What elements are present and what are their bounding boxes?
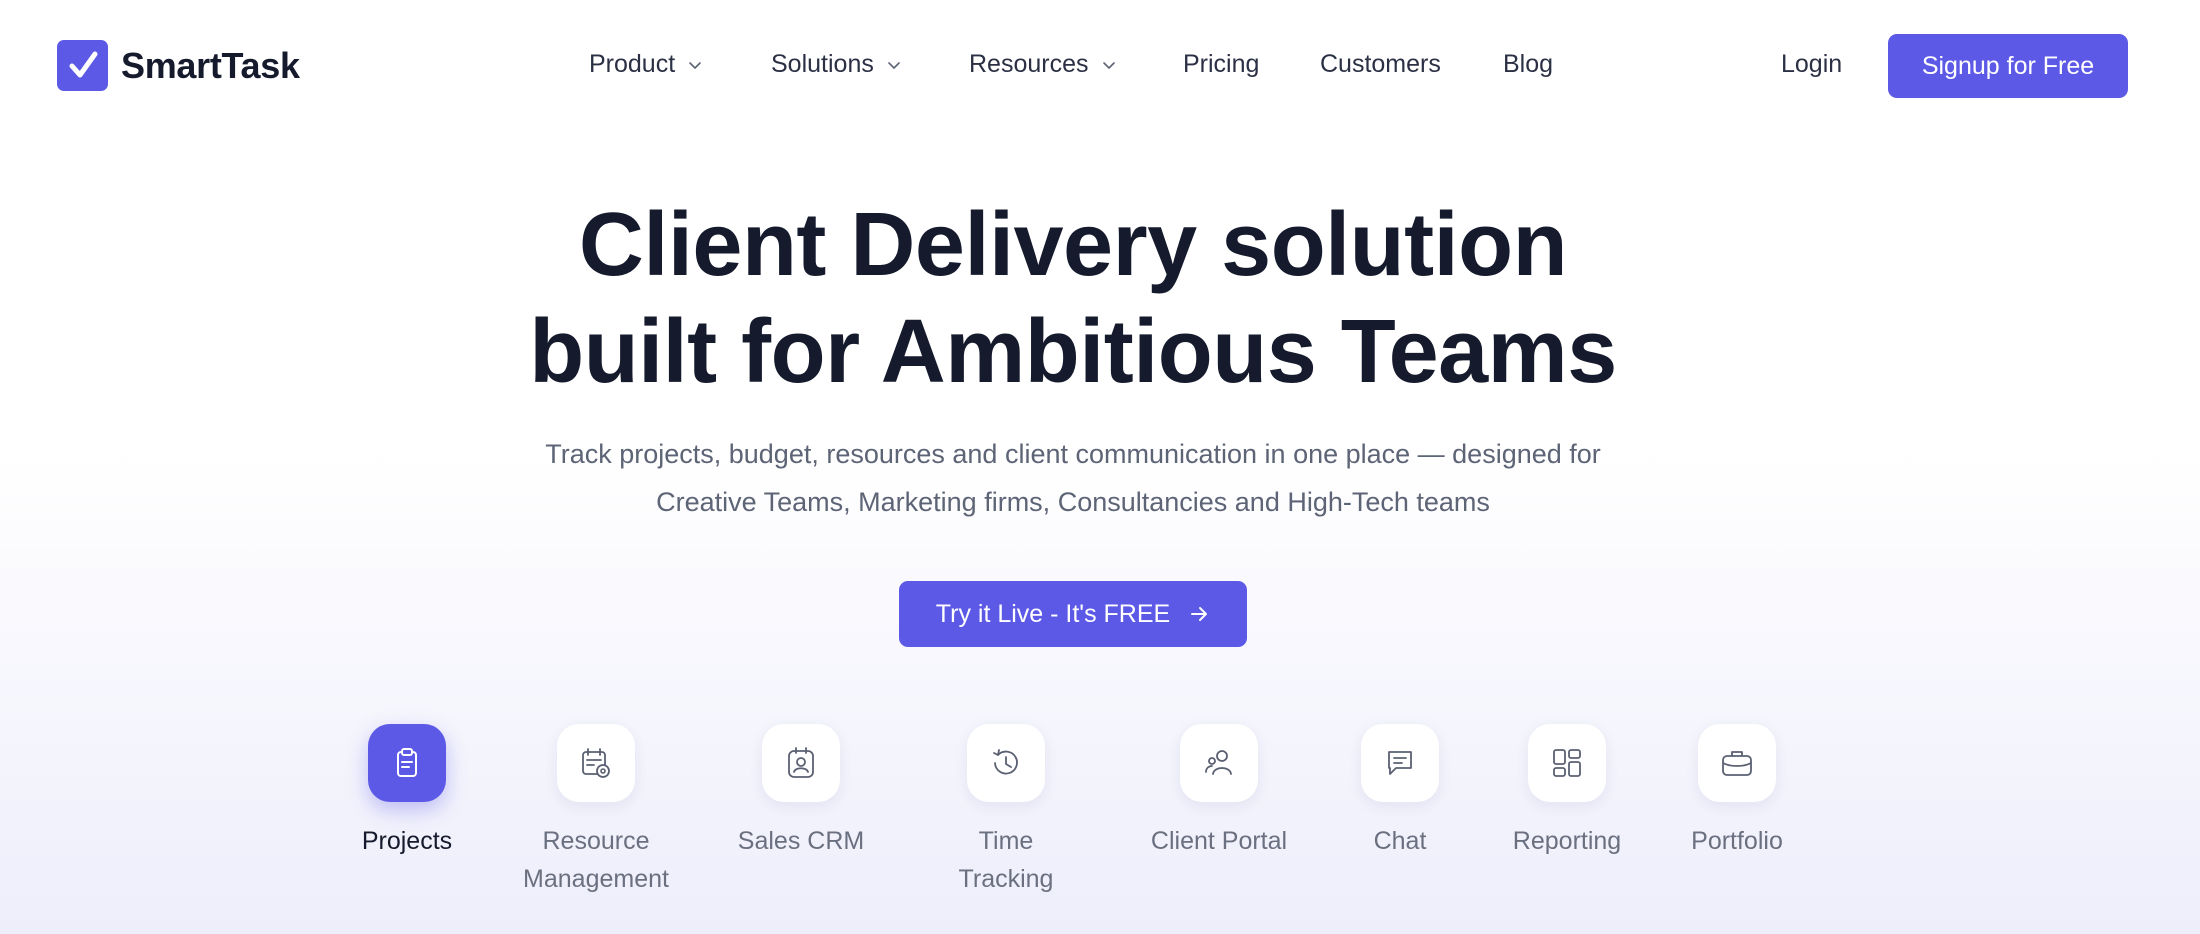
nav-item-solutions[interactable]: Solutions bbox=[771, 50, 902, 79]
nav-item-customers[interactable]: Customers bbox=[1320, 50, 1441, 79]
chevron-down-icon bbox=[888, 61, 900, 69]
feature-label: Resource Management bbox=[523, 822, 669, 898]
feature-label-line-1: Resource bbox=[542, 827, 650, 855]
feature-label: Reporting bbox=[1513, 822, 1621, 860]
hero-title-line-1: Client Delivery solution bbox=[578, 195, 1568, 295]
feature-label: Time Tracking bbox=[959, 822, 1054, 898]
feature-label-line-1: Client Portal bbox=[1150, 827, 1288, 855]
feature-label: Projects bbox=[362, 822, 452, 860]
feature-label-line-2: Management bbox=[523, 865, 669, 893]
chevron-down-icon bbox=[689, 61, 701, 69]
feature-tab-sales-crm[interactable]: Sales CRM bbox=[701, 724, 901, 860]
nav-item-label: Blog bbox=[1503, 50, 1554, 78]
feature-label-line-1: Projects bbox=[361, 827, 453, 855]
try-it-live-button[interactable]: Try it Live - It's FREE bbox=[899, 581, 1247, 647]
chevron-down-icon bbox=[1102, 61, 1115, 69]
nav-item-blog[interactable]: Blog bbox=[1503, 50, 1553, 79]
briefcase-icon bbox=[1698, 724, 1776, 802]
nav-item-label: Resources bbox=[969, 50, 1089, 78]
calendar-gear-icon bbox=[557, 724, 635, 802]
hero-subtitle-line-1: Track projects, budget, resources and cl… bbox=[545, 439, 1601, 469]
feature-label-line-1: Time bbox=[978, 827, 1034, 855]
clipboard-icon bbox=[368, 724, 446, 802]
feature-label: Portfolio bbox=[1691, 822, 1783, 860]
feature-tab-projects[interactable]: Projects bbox=[307, 724, 507, 860]
chat-bubble-icon bbox=[1361, 724, 1439, 802]
feature-label: Client Portal bbox=[1151, 822, 1287, 860]
cta-label: Try it Live - It's FREE bbox=[935, 599, 1171, 628]
users-icon bbox=[1180, 724, 1258, 802]
hero-title-line-2: built for Ambitious Teams bbox=[529, 302, 1617, 402]
nav-item-product[interactable]: Product bbox=[589, 50, 703, 79]
feature-tab-portfolio[interactable]: Portfolio bbox=[1637, 724, 1837, 860]
feature-label-line-2: Tracking bbox=[958, 865, 1054, 893]
feature-tab-client-portal[interactable]: Client Portal bbox=[1119, 724, 1319, 860]
hero-title: Client Delivery solution built for Ambit… bbox=[0, 192, 2146, 406]
nav-item-resources[interactable]: Resources bbox=[969, 50, 1117, 79]
feature-label-line-1: Sales CRM bbox=[737, 827, 865, 855]
contact-card-icon bbox=[762, 724, 840, 802]
feature-label: Chat bbox=[1374, 822, 1427, 860]
login-link[interactable]: Login bbox=[1781, 50, 1842, 79]
signup-button[interactable]: Signup for Free bbox=[1888, 34, 2128, 98]
feature-tab-time-tracking[interactable]: Time Tracking bbox=[906, 724, 1106, 898]
nav-item-label: Pricing bbox=[1183, 50, 1260, 78]
dashboard-grid-icon bbox=[1528, 724, 1606, 802]
hero-subtitle: Track projects, budget, resources and cl… bbox=[0, 430, 2146, 526]
hero-subtitle-line-2: Creative Teams, Marketing firms, Consult… bbox=[656, 487, 1490, 517]
nav-item-label: Product bbox=[589, 50, 676, 78]
clock-history-icon bbox=[967, 724, 1045, 802]
feature-tab-resource-management[interactable]: Resource Management bbox=[496, 724, 696, 898]
feature-label: Sales CRM bbox=[738, 822, 864, 860]
nav-item-pricing[interactable]: Pricing bbox=[1183, 50, 1259, 79]
nav-item-label: Customers bbox=[1320, 50, 1441, 78]
main-menu: Product Solutions Resources Pricing Cust… bbox=[0, 50, 2200, 86]
top-navigation: SmartTask Product Solutions Resources Pr… bbox=[0, 0, 2200, 134]
feature-label-line-1: Reporting bbox=[1512, 827, 1622, 855]
feature-label-line-1: Portfolio bbox=[1691, 827, 1783, 855]
feature-label-line-1: Chat bbox=[1373, 827, 1427, 855]
arrow-right-icon bbox=[1191, 607, 1208, 621]
nav-item-label: Solutions bbox=[771, 50, 874, 78]
